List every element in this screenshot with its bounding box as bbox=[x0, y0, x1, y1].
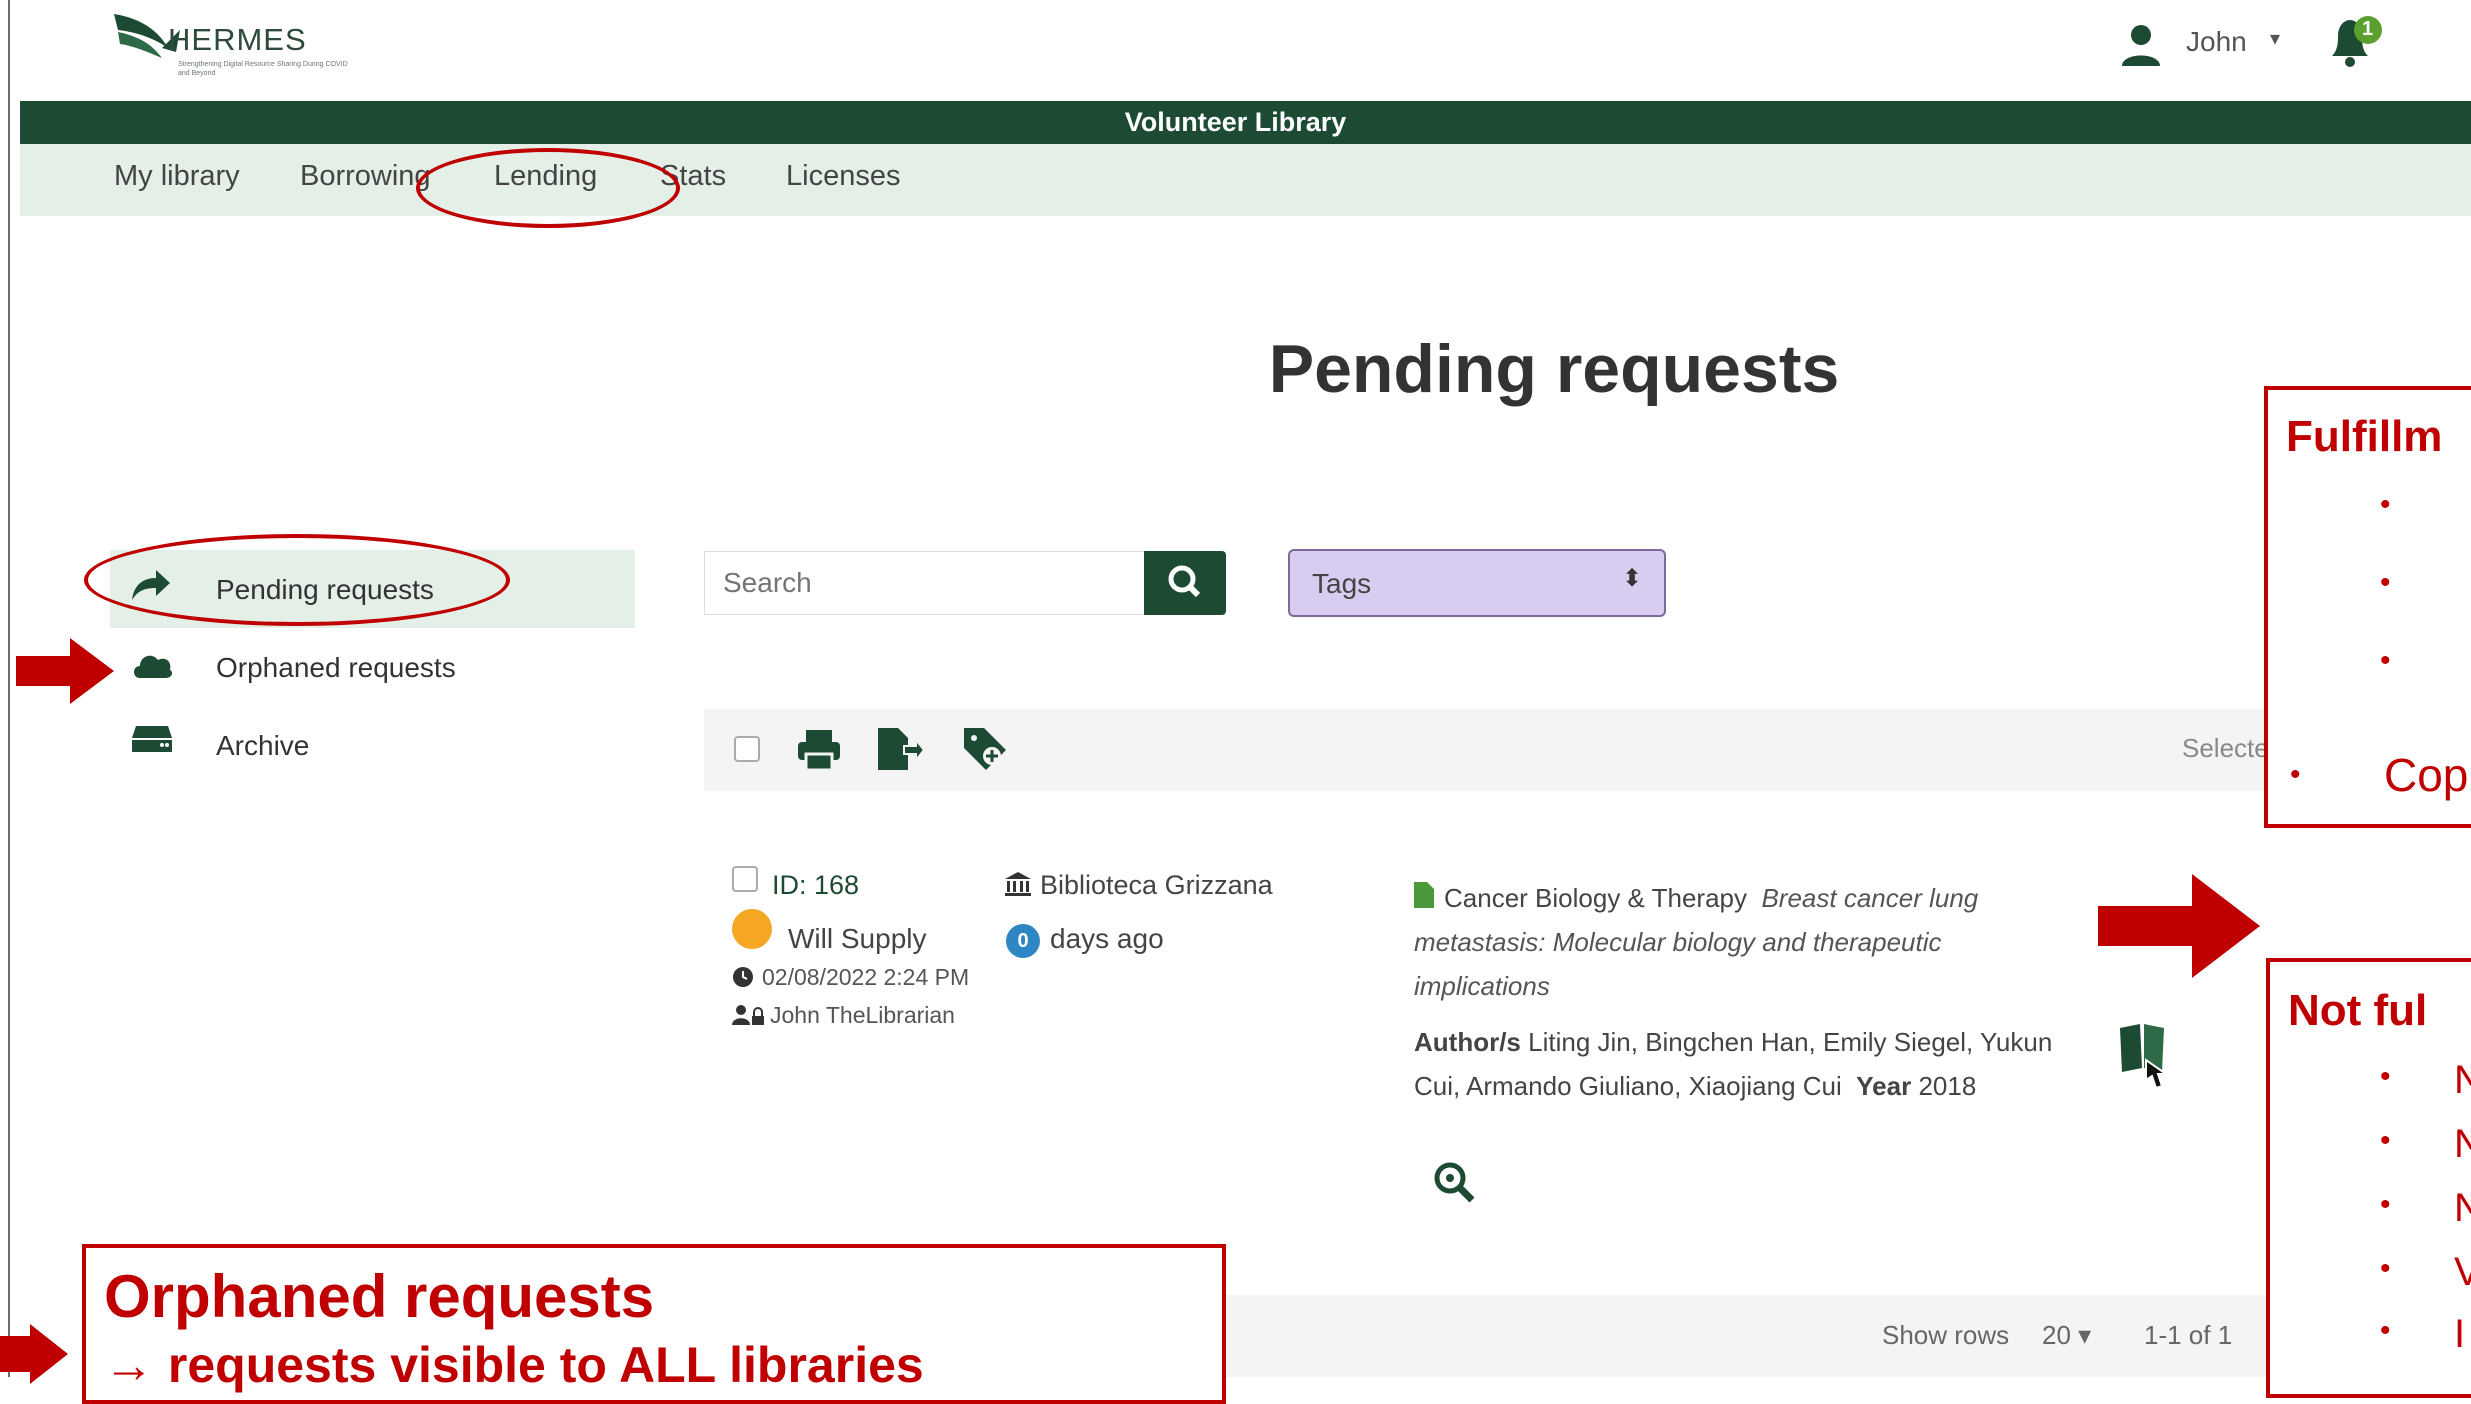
authors-label: Author/s bbox=[1414, 1027, 1521, 1057]
not-fulfilled-item: N bbox=[2454, 1186, 2471, 1230]
request-user: John TheLibrarian bbox=[770, 1002, 955, 1028]
pointer-arrow-icon bbox=[2098, 874, 2260, 978]
sidebar-item-archive[interactable]: Archive bbox=[216, 730, 309, 762]
request-date: 02/08/2022 2:24 PM bbox=[762, 964, 970, 990]
not-fulfilled-bullet: • bbox=[2380, 1188, 2391, 1221]
rows-value: 20 bbox=[2042, 1320, 2071, 1350]
nav-borrowing[interactable]: Borrowing bbox=[300, 160, 431, 193]
notification-count: 1 bbox=[2362, 18, 2374, 40]
search-button[interactable] bbox=[1144, 551, 1226, 615]
year: 2018 bbox=[1918, 1071, 1977, 1101]
highlight-ring-lending bbox=[416, 148, 680, 228]
fulfillment-bullet: • bbox=[2290, 758, 2301, 791]
pointer-arrow-icon bbox=[16, 638, 114, 704]
request-id[interactable]: ID: 168 bbox=[772, 870, 859, 901]
fulfillment-bullet: • bbox=[2380, 566, 2391, 599]
not-fulfilled-bullet: • bbox=[2380, 1060, 2391, 1093]
clock-icon bbox=[732, 966, 754, 993]
page-title: Pending requests bbox=[1268, 331, 1840, 407]
user-icon[interactable] bbox=[2118, 22, 2164, 68]
library-title: Volunteer Library bbox=[1124, 107, 1347, 137]
not-fulfilled-bullet: • bbox=[2380, 1314, 2391, 1347]
request-status: Will Supply bbox=[788, 923, 927, 954]
bulk-toolbar bbox=[704, 709, 2404, 791]
search-icon bbox=[1168, 565, 1201, 598]
page-range: 1-1 of 1 bbox=[2144, 1320, 2233, 1350]
orphaned-callout-title: Orphaned requests bbox=[104, 1263, 655, 1330]
not-fulfilled-callout-title: Not ful bbox=[2288, 986, 2428, 1035]
logo-title: HERMES bbox=[168, 22, 307, 57]
orphaned-callout-line: → requests visible to ALL libraries bbox=[104, 1337, 924, 1393]
request-age: days ago bbox=[1050, 923, 1164, 954]
rows-per-page-select[interactable]: 20 ▾ bbox=[2042, 1320, 2091, 1351]
export-file-icon[interactable] bbox=[876, 726, 926, 777]
add-tag-icon[interactable] bbox=[962, 726, 1008, 777]
fulfillment-bullet: • bbox=[2380, 644, 2391, 677]
not-fulfilled-item: N bbox=[2454, 1122, 2471, 1166]
pointer-arrow-icon bbox=[0, 1324, 68, 1384]
journal-title: Cancer Biology & Therapy bbox=[1444, 883, 1748, 913]
tags-label: Tags bbox=[1312, 568, 1372, 599]
not-fulfilled-item: V bbox=[2454, 1250, 2471, 1294]
logo-tagline: Strengthening Digital Resource Sharing D… bbox=[178, 61, 348, 77]
library-building-icon bbox=[1004, 870, 1032, 898]
year-label: Year bbox=[1856, 1071, 1912, 1101]
select-all-checkbox[interactable] bbox=[734, 736, 760, 762]
not-fulfilled-bullet: • bbox=[2380, 1124, 2391, 1157]
request-library: Biblioteca Grizzana bbox=[1040, 870, 1273, 900]
fulfillment-callout-title: Fulfillm bbox=[2286, 412, 2443, 461]
request-checkbox[interactable] bbox=[732, 866, 758, 892]
status-dot bbox=[732, 909, 772, 949]
sidebar-item-orphaned[interactable]: Orphaned requests bbox=[216, 652, 456, 684]
fulfillment-bullet: • bbox=[2380, 488, 2391, 521]
print-icon[interactable] bbox=[796, 728, 842, 777]
user-name[interactable]: John bbox=[2186, 26, 2247, 58]
left-border bbox=[8, 0, 10, 1377]
select-caret-icon: ⬍ bbox=[1622, 565, 1643, 592]
archive-drive-icon bbox=[130, 724, 174, 764]
days-badge: 0 bbox=[1006, 924, 1040, 958]
not-fulfilled-bullet: • bbox=[2380, 1252, 2391, 1285]
notification-bell-icon[interactable]: 1 bbox=[2322, 12, 2392, 72]
not-fulfilled-item: I bbox=[2454, 1312, 2466, 1356]
nav-my-library[interactable]: My library bbox=[114, 160, 240, 193]
tags-select[interactable]: Tags bbox=[1288, 549, 1666, 617]
highlight-ring-pending bbox=[84, 534, 510, 626]
chevron-down-icon[interactable]: ▾ bbox=[2270, 26, 2280, 51]
show-rows-label: Show rows bbox=[1882, 1320, 2010, 1350]
zoom-details-icon[interactable] bbox=[1432, 1160, 1478, 1206]
fulfillment-copy-text: Cop bbox=[2384, 749, 2469, 801]
nav-licenses[interactable]: Licenses bbox=[786, 160, 900, 193]
not-fulfilled-item: N bbox=[2454, 1058, 2471, 1102]
search-input[interactable] bbox=[704, 551, 1144, 615]
fulfill-book-icon[interactable] bbox=[2118, 1022, 2170, 1092]
user-lock-icon bbox=[732, 1004, 766, 1031]
cloud-icon bbox=[130, 648, 174, 688]
request-details: Cancer Biology & Therapy Breast cancer l… bbox=[1414, 876, 2054, 1108]
